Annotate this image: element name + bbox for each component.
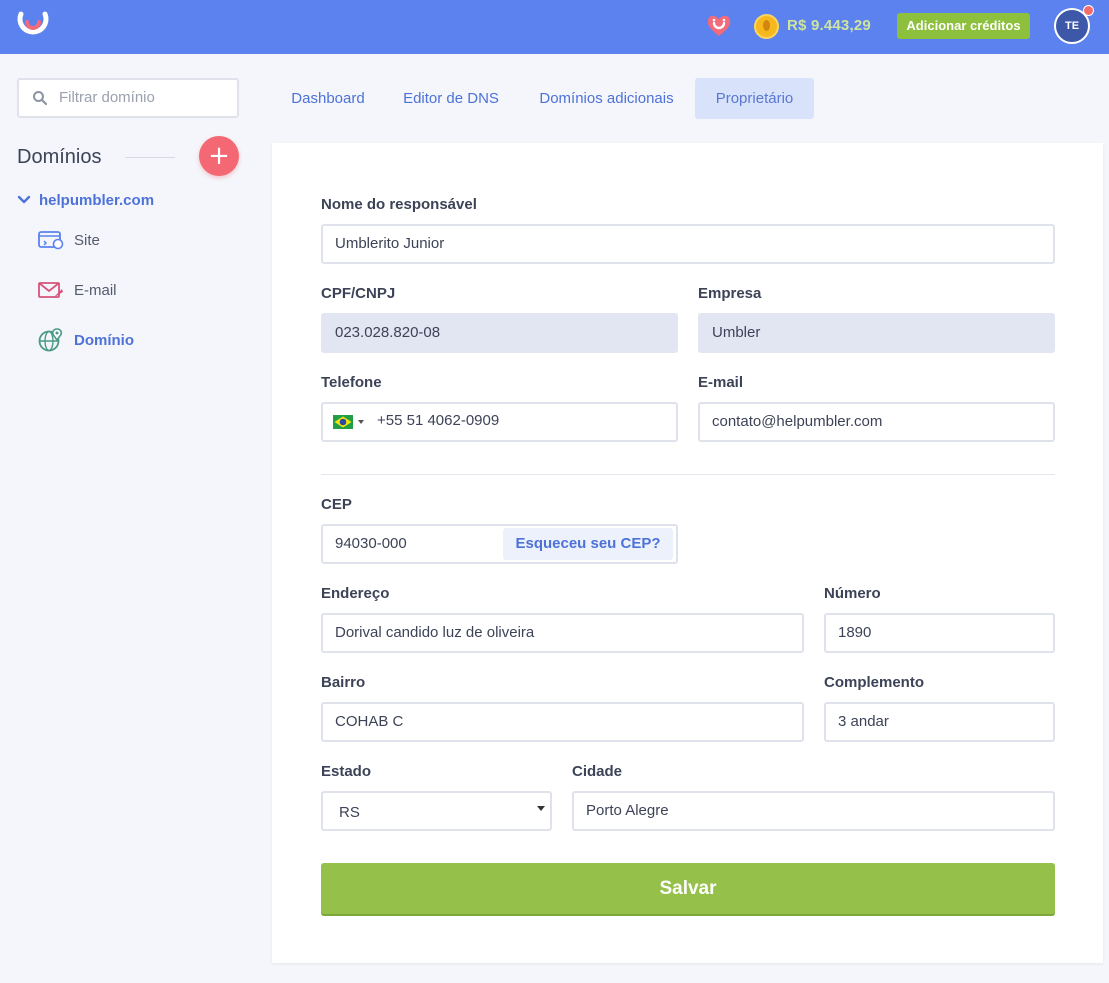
state-select[interactable]: RS xyxy=(321,791,552,831)
sidebar-item-site[interactable]: Site xyxy=(38,228,100,252)
owner-name-input[interactable]: Umblerito Junior xyxy=(321,224,1055,264)
city-label: Cidade xyxy=(572,763,623,780)
complement-label: Complemento xyxy=(824,674,925,691)
phone-value: +55 51 4062-0909 xyxy=(377,412,500,429)
umbler-logo-icon[interactable] xyxy=(16,10,50,42)
sidebar-title-divider xyxy=(125,157,175,158)
number-label: Número xyxy=(824,585,881,602)
number-input[interactable]: 1890 xyxy=(824,613,1055,653)
add-credits-button[interactable]: Adicionar créditos xyxy=(897,13,1030,39)
cpf-label: CPF/CNPJ xyxy=(321,285,396,302)
credit-balance: R$ 9.443,29 xyxy=(787,17,871,34)
sidebar-item-label: Site xyxy=(74,231,100,249)
company-label: Empresa xyxy=(698,285,762,302)
sidebar-title: Domínios xyxy=(17,146,102,168)
brazil-flag-icon[interactable] xyxy=(333,415,353,429)
tab-dns-editor[interactable]: Editor de DNS xyxy=(390,78,512,119)
city-input[interactable]: Porto Alegre xyxy=(572,791,1055,831)
filter-domain-box[interactable] xyxy=(17,78,239,118)
save-button[interactable]: Salvar xyxy=(321,863,1055,914)
address-input[interactable]: Dorival candido luz de oliveira xyxy=(321,613,804,653)
owner-name-label: Nome do responsável xyxy=(321,196,477,213)
tab-owner[interactable]: Proprietário xyxy=(695,78,814,119)
country-dropdown-caret-icon[interactable] xyxy=(358,420,364,424)
gift-heart-icon[interactable] xyxy=(706,12,732,38)
forgot-cep-button[interactable]: Esqueceu seu CEP? xyxy=(503,528,673,560)
email-icon xyxy=(38,282,63,298)
filter-domain-input[interactable] xyxy=(59,89,229,106)
chevron-down-icon[interactable] xyxy=(537,806,545,811)
company-input: Umbler xyxy=(698,313,1055,353)
email-label: E-mail xyxy=(698,374,744,391)
sidebar-item-domain[interactable]: Domínio xyxy=(38,328,134,352)
coin-icon xyxy=(754,14,779,39)
domain-globe-icon xyxy=(38,328,63,352)
site-icon xyxy=(38,231,64,250)
search-icon xyxy=(33,91,48,106)
form-divider xyxy=(321,474,1055,475)
district-label: Bairro xyxy=(321,674,366,691)
complement-input[interactable]: 3 andar xyxy=(824,702,1055,742)
address-label: Endereço xyxy=(321,585,390,602)
phone-input[interactable] xyxy=(321,402,678,442)
cep-label: CEP xyxy=(321,496,352,513)
tab-additional-domains[interactable]: Domínios adicionais xyxy=(525,78,688,119)
add-domain-button[interactable]: + xyxy=(199,136,239,176)
chevron-down-icon xyxy=(17,195,31,204)
phone-label: Telefone xyxy=(321,374,382,391)
email-input[interactable]: contato@helpumbler.com xyxy=(698,402,1055,442)
district-input[interactable]: COHAB C xyxy=(321,702,804,742)
domain-tree-item[interactable]: helpumbler.com xyxy=(17,190,154,210)
cpf-input: 023.028.820-08 xyxy=(321,313,678,353)
sidebar-item-label: Domínio xyxy=(74,331,134,349)
sidebar-item-label: E-mail xyxy=(74,281,117,299)
tab-dashboard[interactable]: Dashboard xyxy=(278,78,378,119)
state-label: Estado xyxy=(321,763,372,780)
sidebar-item-email[interactable]: E-mail xyxy=(38,278,117,302)
domain-name: helpumbler.com xyxy=(39,191,155,209)
notification-badge xyxy=(1083,5,1094,16)
